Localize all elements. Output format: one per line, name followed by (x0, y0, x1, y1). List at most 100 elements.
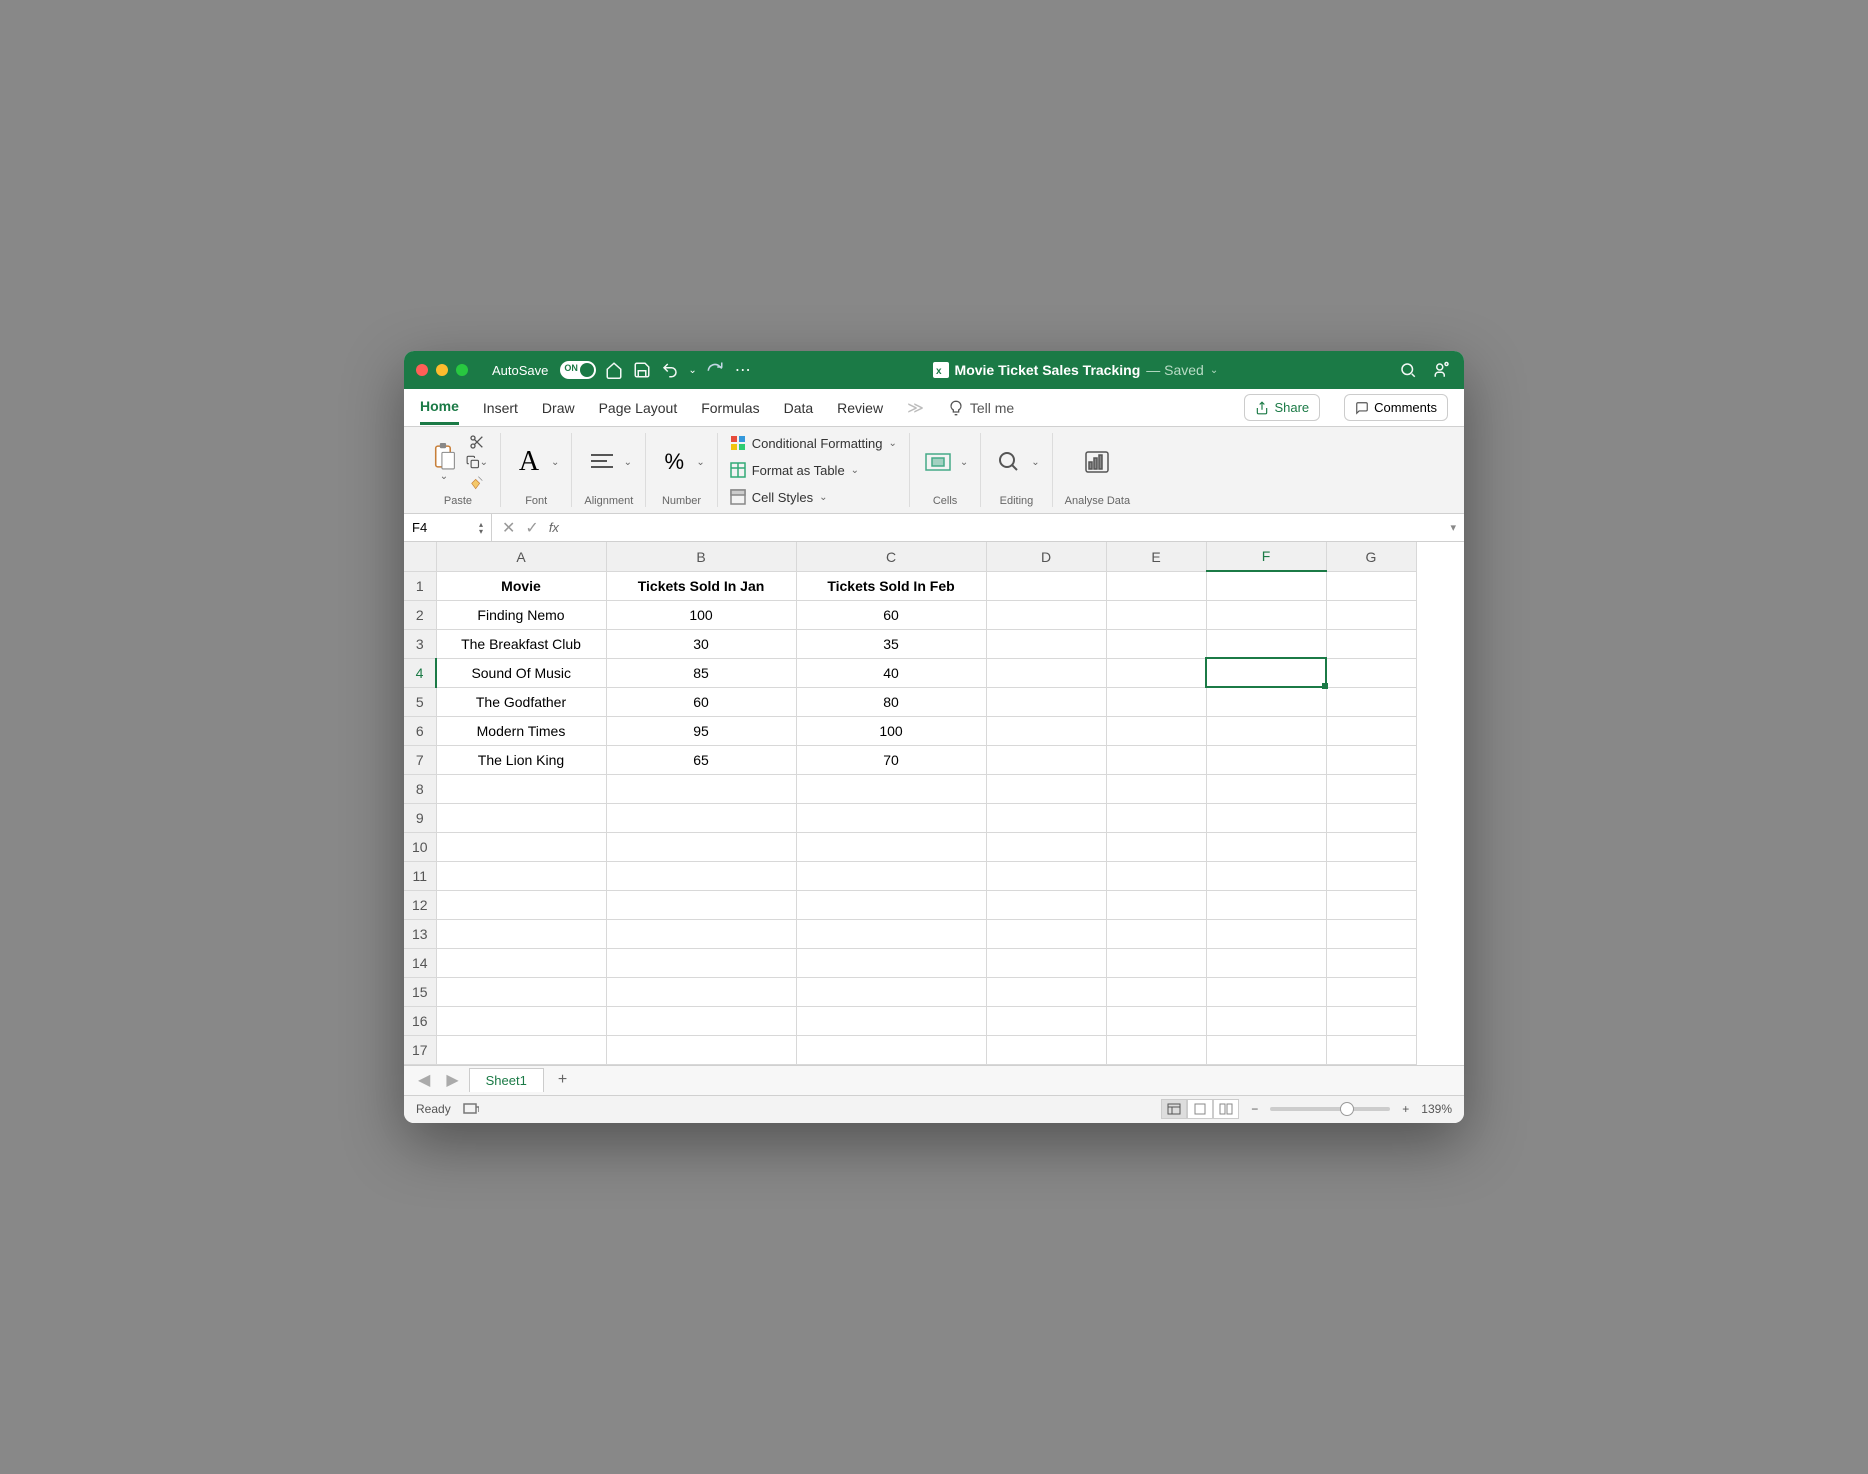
col-header-C[interactable]: C (796, 542, 986, 571)
cell-D12[interactable] (986, 890, 1106, 919)
cell-C6[interactable]: 100 (796, 716, 986, 745)
cell-A7[interactable]: The Lion King (436, 745, 606, 774)
cell-E15[interactable] (1106, 977, 1206, 1006)
cell-C8[interactable] (796, 774, 986, 803)
cell-G7[interactable] (1326, 745, 1416, 774)
row-header-11[interactable]: 11 (404, 861, 436, 890)
cell-C9[interactable] (796, 803, 986, 832)
cell-F7[interactable] (1206, 745, 1326, 774)
cell-G9[interactable] (1326, 803, 1416, 832)
col-header-E[interactable]: E (1106, 542, 1206, 571)
cell-A1[interactable]: Movie (436, 571, 606, 600)
cell-B8[interactable] (606, 774, 796, 803)
cut-icon[interactable] (466, 433, 488, 451)
cell-G8[interactable] (1326, 774, 1416, 803)
fx-icon[interactable]: fx (549, 520, 559, 535)
format-as-table[interactable]: Format as Table⌄ (730, 460, 859, 480)
cell-E2[interactable] (1106, 600, 1206, 629)
title-dropdown[interactable]: ⌄ (1210, 365, 1218, 376)
cell-B4[interactable]: 85 (606, 658, 796, 687)
cell-A15[interactable] (436, 977, 606, 1006)
cell-G10[interactable] (1326, 832, 1416, 861)
cell-C10[interactable] (796, 832, 986, 861)
cell-A11[interactable] (436, 861, 606, 890)
col-header-G[interactable]: G (1326, 542, 1416, 571)
cell-E4[interactable] (1106, 658, 1206, 687)
cell-D17[interactable] (986, 1035, 1106, 1064)
tab-insert[interactable]: Insert (483, 392, 518, 424)
cell-A13[interactable] (436, 919, 606, 948)
tab-data[interactable]: Data (784, 392, 814, 424)
accept-formula-icon[interactable]: ✓ (525, 518, 538, 538)
cell-D9[interactable] (986, 803, 1106, 832)
home-icon[interactable] (604, 360, 624, 380)
cell-C2[interactable]: 60 (796, 600, 986, 629)
cell-E7[interactable] (1106, 745, 1206, 774)
cell-A9[interactable] (436, 803, 606, 832)
select-all-corner[interactable] (404, 542, 436, 571)
row-header-6[interactable]: 6 (404, 716, 436, 745)
cell-E16[interactable] (1106, 1006, 1206, 1035)
sheet-tab[interactable]: Sheet1 (469, 1068, 544, 1092)
cell-B11[interactable] (606, 861, 796, 890)
tab-home[interactable]: Home (420, 390, 459, 425)
cell-A16[interactable] (436, 1006, 606, 1035)
cell-B12[interactable] (606, 890, 796, 919)
copy-icon[interactable]: ⌄ (466, 453, 488, 471)
cell-D5[interactable] (986, 687, 1106, 716)
cell-A17[interactable] (436, 1035, 606, 1064)
row-header-9[interactable]: 9 (404, 803, 436, 832)
zoom-out[interactable]: − (1251, 1102, 1258, 1116)
cell-styles[interactable]: Cell Styles⌄ (730, 487, 828, 507)
number-button[interactable]: % (658, 442, 690, 482)
cell-G15[interactable] (1326, 977, 1416, 1006)
cell-B5[interactable]: 60 (606, 687, 796, 716)
autosave-toggle[interactable]: ON (560, 361, 596, 379)
cell-D15[interactable] (986, 977, 1106, 1006)
paste-button[interactable]: ⌄ (428, 442, 460, 482)
analyse-button[interactable] (1081, 442, 1113, 482)
cell-D1[interactable] (986, 571, 1106, 600)
close-window[interactable] (416, 364, 428, 376)
cell-C14[interactable] (796, 948, 986, 977)
col-header-A[interactable]: A (436, 542, 606, 571)
page-break-view[interactable] (1213, 1099, 1239, 1119)
cell-F14[interactable] (1206, 948, 1326, 977)
cell-D6[interactable] (986, 716, 1106, 745)
cell-A10[interactable] (436, 832, 606, 861)
cell-A2[interactable]: Finding Nemo (436, 600, 606, 629)
col-header-D[interactable]: D (986, 542, 1106, 571)
cell-F1[interactable] (1206, 571, 1326, 600)
cell-D7[interactable] (986, 745, 1106, 774)
cell-E13[interactable] (1106, 919, 1206, 948)
cell-D16[interactable] (986, 1006, 1106, 1035)
cell-F2[interactable] (1206, 600, 1326, 629)
cell-C12[interactable] (796, 890, 986, 919)
cell-B6[interactable]: 95 (606, 716, 796, 745)
cell-D4[interactable] (986, 658, 1106, 687)
row-header-17[interactable]: 17 (404, 1035, 436, 1064)
cell-E17[interactable] (1106, 1035, 1206, 1064)
name-box[interactable]: F4 ▴▾ (404, 514, 492, 541)
cell-A14[interactable] (436, 948, 606, 977)
cells-button[interactable] (922, 442, 954, 482)
tell-me[interactable]: Tell me (948, 400, 1014, 416)
cell-G14[interactable] (1326, 948, 1416, 977)
cell-B9[interactable] (606, 803, 796, 832)
cell-C7[interactable]: 70 (796, 745, 986, 774)
cell-E6[interactable] (1106, 716, 1206, 745)
tabs-overflow-icon[interactable]: ≫ (907, 398, 924, 418)
cell-D13[interactable] (986, 919, 1106, 948)
cell-C16[interactable] (796, 1006, 986, 1035)
cell-B10[interactable] (606, 832, 796, 861)
cell-D10[interactable] (986, 832, 1106, 861)
cell-E12[interactable] (1106, 890, 1206, 919)
cell-D8[interactable] (986, 774, 1106, 803)
row-header-8[interactable]: 8 (404, 774, 436, 803)
tab-formulas[interactable]: Formulas (701, 392, 759, 424)
row-header-3[interactable]: 3 (404, 629, 436, 658)
sheet-prev[interactable]: ◀ (412, 1070, 436, 1090)
cell-D14[interactable] (986, 948, 1106, 977)
cell-G12[interactable] (1326, 890, 1416, 919)
alignment-button[interactable] (586, 442, 618, 482)
